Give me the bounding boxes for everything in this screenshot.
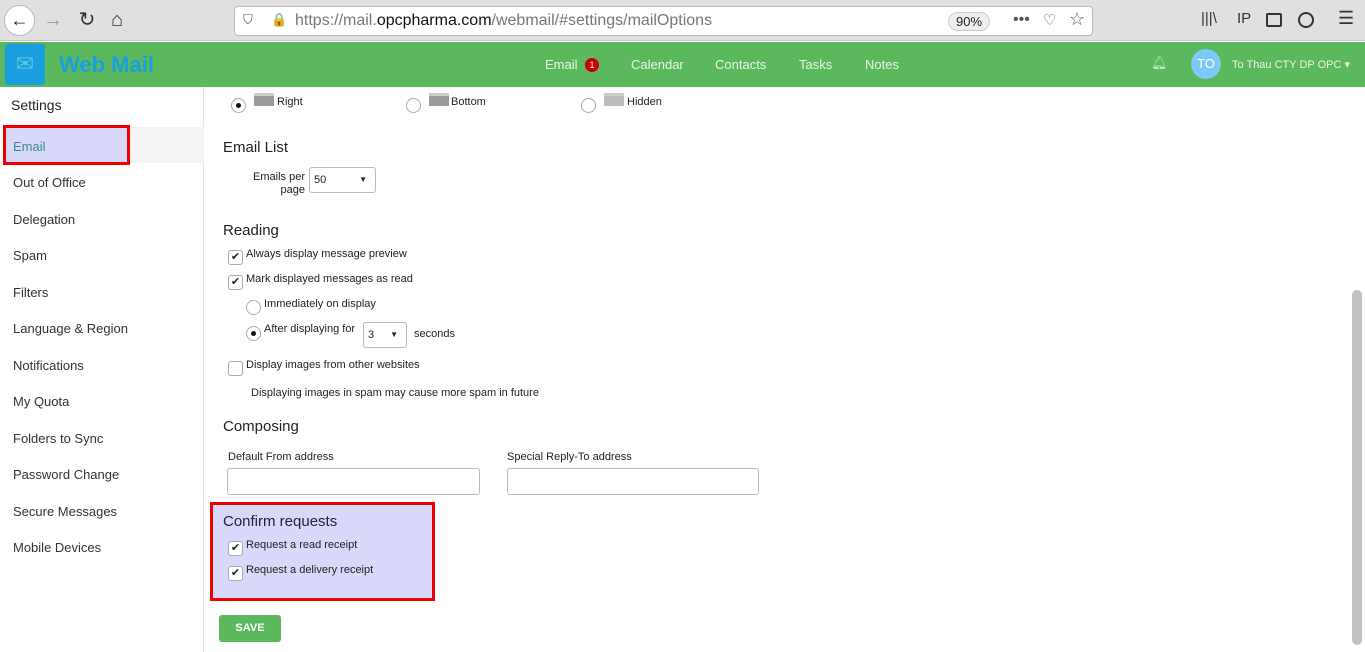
more-icon[interactable]: ••• xyxy=(1013,11,1030,29)
mail-logo-icon[interactable]: ✉ xyxy=(5,44,45,85)
sidebar-item-secure-messages[interactable]: Secure Messages xyxy=(13,504,117,519)
emails-per-page-label: Emails per page xyxy=(253,171,305,196)
preview-hidden-label: Hidden xyxy=(627,96,662,108)
preview-bottom-radio[interactable] xyxy=(406,98,421,113)
preview-bottom-icon xyxy=(429,93,449,106)
chevron-down-icon: ▼ xyxy=(390,330,398,339)
pocket-icon[interactable]: ♡ xyxy=(1043,11,1056,29)
sidebar-item-filters[interactable]: Filters xyxy=(13,285,48,300)
sidebar-item-notifications[interactable]: Notifications xyxy=(13,358,84,373)
sidebar-item-password[interactable]: Password Change xyxy=(13,467,119,482)
nav-contacts[interactable]: Contacts xyxy=(715,57,766,72)
avatar[interactable]: TO xyxy=(1191,49,1221,79)
save-button[interactable]: SAVE xyxy=(219,615,281,642)
bell-icon[interactable]: 🔔︎ xyxy=(1151,55,1168,71)
reply-to-input[interactable] xyxy=(507,468,759,495)
reply-to-label: Special Reply-To address xyxy=(507,451,632,463)
from-address-label: Default From address xyxy=(228,451,334,463)
email-list-heading: Email List xyxy=(223,139,289,156)
immediately-radio[interactable] xyxy=(246,300,261,315)
preview-right-label: Right xyxy=(277,96,303,108)
ip-icon[interactable]: IP xyxy=(1237,10,1251,27)
display-images-label: Display images from other websites xyxy=(246,359,420,371)
confirm-requests-heading: Confirm requests xyxy=(223,513,338,530)
browser-toolbar: ← → ↻ ⌂ ⛉ 🔒 https://mail.opcpharma.com/w… xyxy=(0,0,1365,41)
from-address-input[interactable] xyxy=(227,468,480,495)
home-button[interactable]: ⌂ xyxy=(106,0,128,41)
sidebar-icon[interactable] xyxy=(1266,13,1282,27)
reload-button[interactable]: ↻ xyxy=(76,0,98,41)
images-note: Displaying images in spam may cause more… xyxy=(251,387,539,399)
sidebar-item-quota[interactable]: My Quota xyxy=(13,394,69,409)
after-label: After displaying for xyxy=(264,323,356,335)
reading-heading: Reading xyxy=(223,222,279,239)
preview-hidden-icon xyxy=(604,93,624,106)
url-text[interactable]: https://mail.opcpharma.com/webmail/#sett… xyxy=(295,7,712,35)
always-preview-label: Always display message preview xyxy=(246,248,407,260)
user-name: To Thau CTY DP OPC xyxy=(1232,59,1342,71)
nav-tasks[interactable]: Tasks xyxy=(799,57,832,72)
preview-right-icon xyxy=(254,93,274,106)
unread-badge: 1 xyxy=(585,58,599,72)
scrollbar[interactable] xyxy=(1352,290,1362,645)
lock-icon[interactable]: 🔒 xyxy=(271,12,287,28)
sidebar-item-folders-sync[interactable]: Folders to Sync xyxy=(13,431,103,446)
after-radio[interactable] xyxy=(246,326,261,341)
read-receipt-label: Request a read receipt xyxy=(246,539,358,551)
nav-notes[interactable]: Notes xyxy=(865,57,899,72)
composing-heading: Composing xyxy=(223,418,299,435)
back-button[interactable]: ← xyxy=(4,5,35,36)
seconds-label: seconds xyxy=(414,328,455,340)
mark-read-checkbox[interactable]: ✔ xyxy=(228,275,243,290)
star-icon[interactable]: ☆ xyxy=(1069,9,1085,30)
delivery-receipt-label: Request a delivery receipt xyxy=(246,564,374,576)
address-bar[interactable]: ⛉ 🔒 https://mail.opcpharma.com/webmail/#… xyxy=(234,6,1093,36)
read-receipt-checkbox[interactable]: ✔ xyxy=(228,541,243,556)
sidebar-item-out-of-office[interactable]: Out of Office xyxy=(13,175,86,190)
after-seconds-select[interactable]: 3 ▼ xyxy=(363,322,407,348)
selected-row-bg xyxy=(130,127,204,163)
user-menu[interactable]: To Thau CTY DP OPC ▾ xyxy=(1232,58,1350,71)
delivery-receipt-checkbox[interactable]: ✔ xyxy=(228,566,243,581)
preview-bottom-label: Bottom xyxy=(451,96,486,108)
sidebar-item-language[interactable]: Language & Region xyxy=(13,321,128,336)
chevron-down-icon: ▼ xyxy=(359,175,367,184)
mark-read-label: Mark displayed messages as read xyxy=(246,273,413,285)
display-images-checkbox[interactable] xyxy=(228,361,243,376)
library-icon[interactable]: |||\ xyxy=(1201,10,1217,27)
sidebar-item-delegation[interactable]: Delegation xyxy=(13,212,75,227)
account-icon[interactable] xyxy=(1298,12,1314,28)
sidebar-item-spam[interactable]: Spam xyxy=(13,248,47,263)
sidebar-title: Settings xyxy=(11,97,62,113)
always-preview-checkbox[interactable]: ✔ xyxy=(228,250,243,265)
immediately-label: Immediately on display xyxy=(264,298,376,310)
brand-title[interactable]: Web Mail xyxy=(59,52,154,78)
sidebar-item-mobile[interactable]: Mobile Devices xyxy=(13,540,101,555)
app-header: ✉ Web Mail Email 1 Calendar Contacts Tas… xyxy=(0,42,1365,87)
preview-right-radio[interactable] xyxy=(231,98,246,113)
sidebar-item-label[interactable]: Email xyxy=(13,139,46,154)
forward-button[interactable]: → xyxy=(42,0,64,41)
zoom-level[interactable]: 90% xyxy=(948,12,990,31)
menu-icon[interactable]: ☰ xyxy=(1338,8,1354,29)
emails-per-page-select[interactable]: 50 ▼ xyxy=(309,167,376,193)
nav-email[interactable]: Email xyxy=(545,57,578,72)
shield-icon[interactable]: ⛉ xyxy=(243,12,253,28)
preview-hidden-radio[interactable] xyxy=(581,98,596,113)
nav-calendar[interactable]: Calendar xyxy=(631,57,684,72)
